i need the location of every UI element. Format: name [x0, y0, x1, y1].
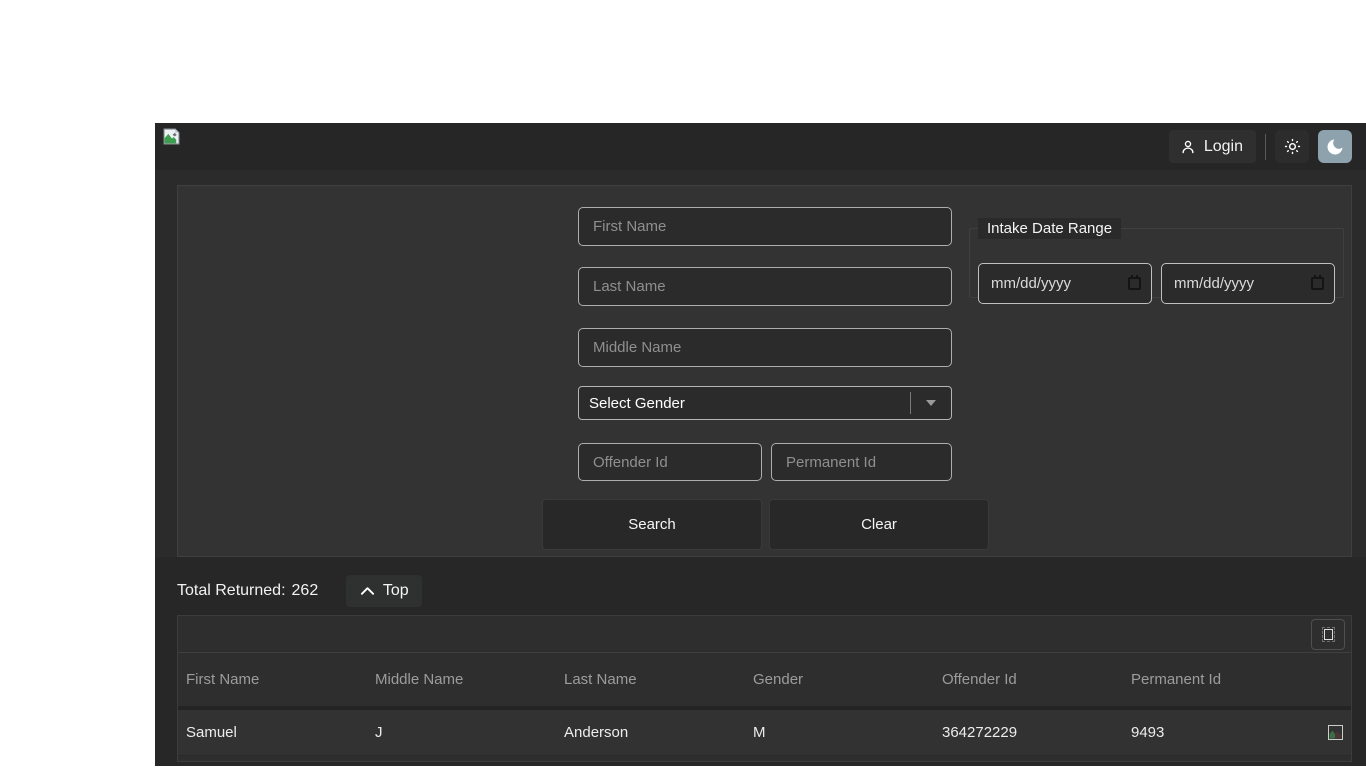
table-row[interactable]: Samuel J Anderson M 364272229 9493 — [178, 710, 1351, 756]
offender-id-input[interactable] — [578, 443, 762, 481]
last-name-input[interactable] — [578, 267, 952, 306]
first-name-input[interactable] — [578, 207, 952, 246]
grid-toolbar — [178, 616, 1351, 653]
sun-icon — [1283, 137, 1302, 156]
grid-toolbar-button[interactable] — [1311, 619, 1345, 650]
results-bar: Total Returned: 262 Top — [177, 575, 422, 607]
search-panel: Select Gender Intake Date Range Search C… — [177, 185, 1352, 557]
cell-last-name: Anderson — [556, 724, 745, 741]
intake-date-from-input[interactable] — [979, 275, 1128, 292]
broken-image-icon — [1324, 629, 1333, 640]
page: Login — [0, 0, 1366, 768]
chevron-up-icon — [360, 586, 375, 596]
moon-icon — [1325, 137, 1345, 157]
intake-date-range-legend: Intake Date Range — [978, 218, 1121, 239]
cell-permanent-id: 9493 — [1123, 724, 1312, 741]
results-grid: First Name Middle Name Last Name Gender … — [177, 615, 1352, 762]
login-button[interactable]: Login — [1169, 130, 1256, 163]
app-window: Login — [155, 123, 1366, 766]
column-header-last-name: Last Name — [556, 671, 745, 688]
light-theme-button[interactable] — [1275, 130, 1309, 163]
header-actions: Login — [1169, 123, 1352, 170]
scroll-top-label: Top — [383, 582, 409, 600]
scroll-top-button[interactable]: Top — [346, 575, 422, 607]
intake-date-range-fieldset: Intake Date Range — [969, 218, 1344, 298]
cell-first-name: Samuel — [178, 724, 367, 741]
login-label: Login — [1204, 138, 1243, 156]
chevron-down-icon — [911, 400, 951, 406]
gender-select[interactable]: Select Gender — [578, 386, 952, 420]
total-returned: Total Returned: 262 — [177, 582, 318, 600]
header-divider — [1265, 134, 1266, 160]
clear-button[interactable]: Clear — [769, 499, 989, 550]
gender-select-value: Select Gender — [579, 395, 910, 412]
middle-name-input[interactable] — [578, 328, 952, 367]
cell-gender: M — [745, 724, 934, 741]
column-header-gender: Gender — [745, 671, 934, 688]
search-button[interactable]: Search — [542, 499, 762, 550]
column-header-offender-id: Offender Id — [934, 671, 1123, 688]
permanent-id-input[interactable] — [771, 443, 952, 481]
app-header: Login — [155, 123, 1366, 170]
calendar-icon[interactable] — [1128, 277, 1141, 290]
intake-date-from-field — [978, 263, 1152, 304]
cell-offender-id: 364272229 — [934, 724, 1123, 741]
column-header-first-name: First Name — [178, 671, 367, 688]
calendar-icon[interactable] — [1311, 277, 1324, 290]
intake-date-to-input[interactable] — [1162, 275, 1311, 292]
broken-image-icon[interactable] — [1328, 725, 1343, 740]
total-returned-value: 262 — [292, 582, 319, 600]
total-returned-label: Total Returned: — [177, 582, 286, 600]
person-icon — [1179, 138, 1197, 156]
intake-date-to-field — [1161, 263, 1335, 304]
dark-theme-button[interactable] — [1318, 130, 1352, 163]
column-header-middle-name: Middle Name — [367, 671, 556, 688]
results-section: Total Returned: 262 Top First — [155, 557, 1366, 766]
grid-header-row: First Name Middle Name Last Name Gender … — [178, 653, 1351, 710]
column-header-permanent-id: Permanent Id — [1123, 671, 1312, 688]
logo-broken-image-icon — [163, 128, 180, 145]
cell-middle-name: J — [367, 724, 556, 741]
